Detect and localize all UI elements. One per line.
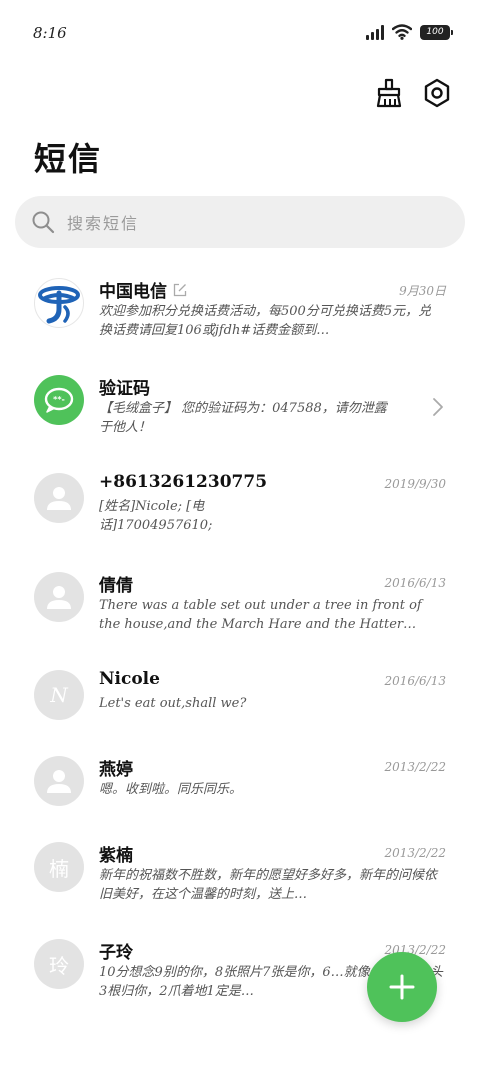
new-message-button[interactable] (367, 952, 437, 1022)
person-icon (47, 487, 71, 510)
list-item[interactable]: 中国电信 9月30日 欢迎参加积分兑换话费活动，每500分可兑换话费5元，兑换话… (0, 264, 480, 361)
list-item[interactable]: +8613261230775 2019/9/30 [姓名]Nicole; [电话… (0, 459, 480, 558)
list-item[interactable]: 燕婷 2013/2/22 嗯。收到啦。同乐同乐。 (0, 742, 480, 828)
avatar: 楠 (34, 842, 84, 892)
message-preview: Let's eat out,shall we? (99, 696, 247, 711)
wifi-icon (392, 24, 412, 40)
contact-name: Nicole (99, 669, 160, 689)
message-date: 9月30日 (399, 284, 446, 298)
message-preview: 新年的祝福数不胜数，新年的愿望好多好多，新年的问候依旧美好，在这个温馨的时刻，送… (99, 868, 438, 902)
status-icons: 100 (366, 24, 453, 40)
message-date: 2019/9/30 (384, 477, 446, 491)
contact-name-text: 验证码 (99, 379, 150, 399)
contact-name: +8613261230775 (99, 472, 267, 492)
list-item[interactable]: **- 验证码 【毛绒盒子】 您的验证码为：047588，请勿泄露于他人！ (0, 361, 480, 459)
person-icon (47, 770, 71, 793)
message-date: 2016/6/13 (384, 674, 446, 688)
avatar (34, 756, 84, 806)
contact-name-text: 紫楠 (99, 846, 133, 866)
contact-name: 验证码 (99, 374, 150, 399)
contact-name: 紫楠 (99, 841, 133, 866)
message-preview: There was a table set out under a tree i… (99, 598, 422, 632)
message-list: 中国电信 9月30日 欢迎参加积分兑换话费活动，每500分可兑换话费5元，兑换话… (0, 264, 480, 1022)
edit-icon (173, 283, 187, 296)
status-bar: 8:16 100 (0, 0, 480, 64)
search-bar[interactable]: 搜索短信 (15, 196, 465, 248)
contact-name: 燕婷 (99, 755, 133, 780)
message-date: 2013/2/22 (384, 760, 446, 774)
chevron-right-icon[interactable] (432, 397, 444, 417)
page-title: 短信 (34, 140, 103, 178)
message-date: 2013/2/22 (384, 846, 446, 860)
avatar: N (34, 670, 84, 720)
settings-button[interactable] (422, 78, 452, 108)
avatar: **- (34, 375, 84, 425)
search-input[interactable]: 搜索短信 (67, 210, 139, 234)
signal-icon (366, 24, 384, 40)
contact-name-text: 燕婷 (99, 760, 133, 780)
chat-bubble-icon: **- (44, 387, 74, 413)
message-preview: 嗯。收到啦。同乐同乐。 (99, 782, 243, 797)
avatar-initial: N (50, 683, 68, 707)
avatar: 玲 (34, 939, 84, 989)
avatar (34, 473, 84, 523)
contact-name-text: 中国电信 (99, 282, 167, 302)
list-item[interactable]: N Nicole 2016/6/13 Let's eat out,shall w… (0, 656, 480, 742)
settings-hexagon-icon (424, 78, 450, 108)
person-icon (47, 586, 71, 609)
contact-name-text: 倩倩 (99, 576, 133, 596)
avatar-initial: 玲 (49, 953, 69, 978)
contact-name: 子玲 (99, 938, 133, 963)
contact-name-text: 子玲 (99, 943, 133, 963)
svg-text:**-: **- (53, 395, 65, 404)
top-actions (374, 78, 452, 108)
message-date: 2016/6/13 (384, 576, 446, 590)
message-preview: [姓名]Nicole; [电话]17004957610; (99, 499, 213, 533)
avatar-initial: 楠 (49, 856, 69, 881)
china-telecom-logo-icon (38, 286, 80, 324)
broom-icon (376, 78, 402, 108)
contact-name: 倩倩 (99, 571, 133, 596)
battery-level: 100 (426, 27, 444, 37)
search-icon (32, 211, 55, 234)
contact-name-text: Nicole (99, 669, 160, 689)
contact-name-text: +8613261230775 (99, 472, 268, 492)
contact-name: 中国电信 (99, 277, 187, 302)
message-preview: 【毛绒盒子】 您的验证码为：047588，请勿泄露于他人！ (99, 401, 387, 435)
avatar (34, 572, 84, 622)
status-time: 8:16 (33, 24, 67, 42)
list-item[interactable]: 倩倩 2016/6/13 There was a table set out u… (0, 558, 480, 656)
battery-icon: 100 (420, 24, 453, 40)
avatar (34, 278, 84, 328)
list-item[interactable]: 楠 紫楠 2013/2/22 新年的祝福数不胜数，新年的愿望好多好多，新年的问候… (0, 828, 480, 925)
clean-button[interactable] (374, 78, 404, 108)
plus-icon (389, 974, 415, 1000)
message-preview: 欢迎参加积分兑换话费活动，每500分可兑换话费5元，兑换话费请回复106或jfd… (99, 304, 432, 338)
